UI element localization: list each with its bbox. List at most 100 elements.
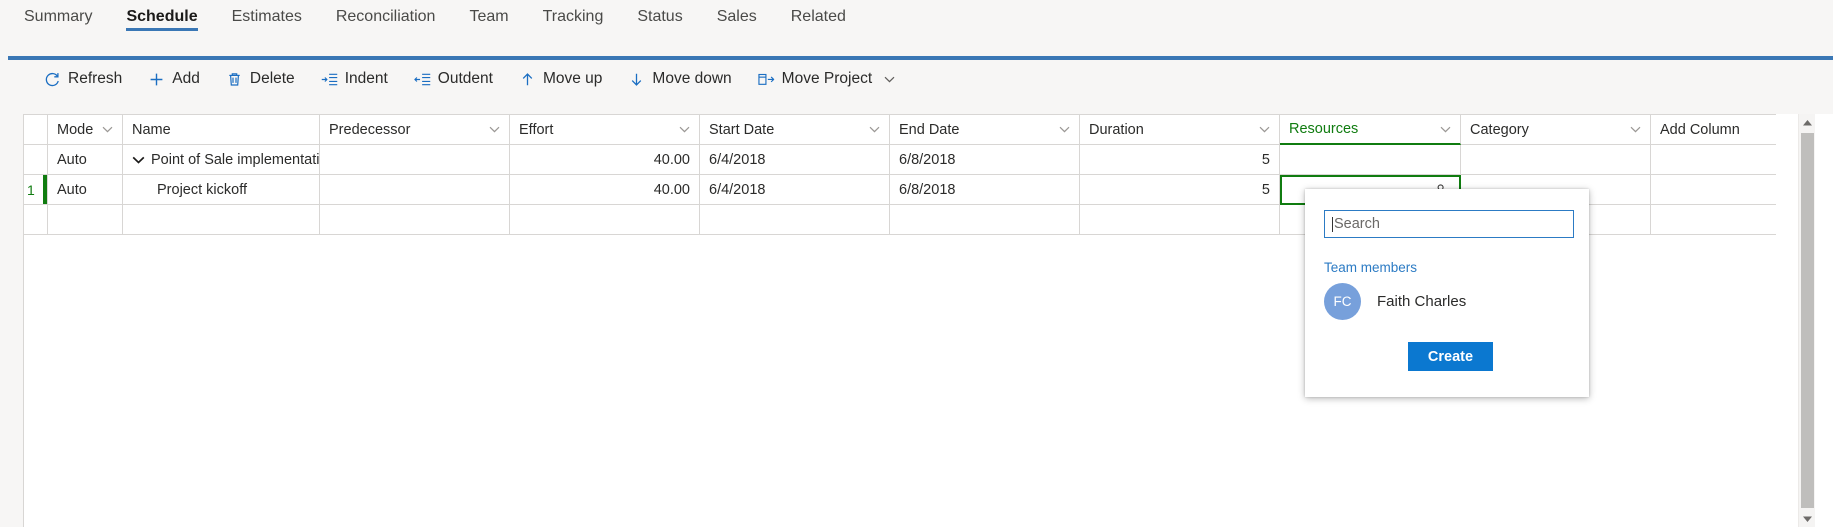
- cell-effort[interactable]: 40.00: [510, 145, 700, 175]
- cell-resources[interactable]: [1280, 145, 1461, 175]
- row-number-cell: [24, 145, 48, 175]
- add-column-button[interactable]: Add Column: [1651, 115, 1776, 145]
- cell-duration[interactable]: [1080, 205, 1280, 235]
- indent-label: Indent: [344, 70, 388, 87]
- resource-picker-flyout: Search Team members FC Faith Charles Cre…: [1305, 189, 1589, 397]
- cell-value: 40.00: [653, 181, 690, 198]
- tab-sales[interactable]: Sales: [700, 0, 774, 38]
- chevron-down-icon[interactable]: [679, 126, 690, 133]
- chevron-down-icon[interactable]: [869, 126, 880, 133]
- scroll-down-arrow-icon[interactable]: [1799, 510, 1815, 527]
- tab-team[interactable]: Team: [452, 0, 525, 38]
- cell-mode[interactable]: Auto: [48, 175, 123, 205]
- column-header-mode[interactable]: Mode: [48, 115, 123, 145]
- row-number-cell: 1: [24, 175, 48, 205]
- add-button[interactable]: Add: [148, 70, 200, 88]
- row-number-header: [24, 115, 48, 145]
- move-down-button[interactable]: Move down: [628, 70, 732, 88]
- cell-end-date[interactable]: [890, 205, 1080, 235]
- cell-start-date[interactable]: [700, 205, 890, 235]
- refresh-label: Refresh: [68, 70, 123, 87]
- cell-end-date[interactable]: 6/8/2018: [890, 175, 1080, 205]
- row-number-cell: [24, 205, 48, 235]
- cell-mode[interactable]: Auto: [48, 145, 123, 175]
- cell-name[interactable]: Project kickoff: [123, 175, 320, 205]
- column-header-label: Predecessor: [329, 121, 411, 138]
- cell-value: 40.00: [653, 151, 690, 168]
- cell-end-date[interactable]: 6/8/2018: [890, 145, 1080, 175]
- chevron-down-icon[interactable]: [1440, 126, 1451, 133]
- cell-name[interactable]: [123, 205, 320, 235]
- column-header-label: Duration: [1089, 121, 1144, 138]
- cell-value: 6/8/2018: [899, 181, 956, 198]
- cell-effort[interactable]: [510, 205, 700, 235]
- column-header-label: Effort: [519, 121, 554, 138]
- cell-predecessor[interactable]: [320, 205, 510, 235]
- tab-related[interactable]: Related: [774, 0, 863, 38]
- refresh-button[interactable]: Refresh: [44, 70, 122, 88]
- grid-vertical-scrollbar[interactable]: [1798, 114, 1815, 527]
- cell-value: Point of Sale implementati: [151, 151, 320, 168]
- outdent-label: Outdent: [437, 70, 493, 87]
- cell-value: Auto: [57, 181, 87, 198]
- tab-schedule[interactable]: Schedule: [109, 0, 214, 38]
- outdent-icon: [414, 71, 431, 88]
- column-header-end-date[interactable]: End Date: [890, 115, 1080, 145]
- column-header-start-date[interactable]: Start Date: [700, 115, 890, 145]
- search-input[interactable]: Search: [1324, 210, 1574, 238]
- cell-duration[interactable]: 5: [1080, 145, 1280, 175]
- list-item[interactable]: FC Faith Charles: [1324, 283, 1466, 320]
- grid-header-row: Mode Name Predecessor Effort Start Date …: [24, 115, 1776, 145]
- move-project-button[interactable]: Move Project: [758, 70, 895, 88]
- tab-label: Related: [790, 8, 846, 25]
- tab-label: Tracking: [542, 8, 604, 25]
- cell-predecessor[interactable]: [320, 145, 510, 175]
- chevron-down-icon[interactable]: [1630, 126, 1641, 133]
- indent-icon: [321, 71, 338, 88]
- cell-mode[interactable]: [48, 205, 123, 235]
- table-row[interactable]: Auto Point of Sale implementati 40.00 6/…: [24, 145, 1776, 175]
- cell-start-date[interactable]: 6/4/2018: [700, 175, 890, 205]
- avatar-initials: FC: [1333, 294, 1352, 309]
- delete-button[interactable]: Delete: [226, 70, 295, 88]
- trash-icon: [226, 71, 243, 88]
- move-down-label: Move down: [652, 70, 732, 87]
- outdent-button[interactable]: Outdent: [414, 70, 493, 88]
- tab-summary[interactable]: Summary: [7, 0, 109, 38]
- tab-status[interactable]: Status: [620, 0, 699, 38]
- tab-label: Team: [469, 8, 509, 25]
- chevron-down-icon[interactable]: [1259, 126, 1270, 133]
- column-header-resources[interactable]: Resources: [1280, 115, 1461, 145]
- cell-category[interactable]: [1461, 145, 1651, 175]
- column-header-label: Name: [132, 121, 171, 138]
- scroll-up-arrow-icon[interactable]: [1799, 114, 1815, 131]
- scrollbar-thumb[interactable]: [1801, 133, 1814, 508]
- create-button[interactable]: Create: [1408, 342, 1493, 371]
- cell-effort[interactable]: 40.00: [510, 175, 700, 205]
- column-header-category[interactable]: Category: [1461, 115, 1651, 145]
- cell-value: 5: [1261, 151, 1270, 168]
- move-project-label: Move Project: [781, 70, 873, 87]
- tab-label: Schedule: [126, 8, 198, 25]
- cell-duration[interactable]: 5: [1080, 175, 1280, 205]
- move-up-button[interactable]: Move up: [519, 70, 602, 88]
- chevron-down-icon[interactable]: [489, 126, 500, 133]
- column-header-predecessor[interactable]: Predecessor: [320, 115, 510, 145]
- cell-start-date[interactable]: 6/4/2018: [700, 145, 890, 175]
- indent-button[interactable]: Indent: [321, 70, 388, 88]
- chevron-down-icon[interactable]: [102, 126, 113, 133]
- cell-name[interactable]: Point of Sale implementati: [123, 145, 320, 175]
- member-name: Faith Charles: [1377, 293, 1467, 310]
- chevron-down-icon[interactable]: [1059, 126, 1070, 133]
- column-header-name[interactable]: Name: [123, 115, 320, 145]
- column-header-label: Category: [1470, 121, 1529, 138]
- tab-label: Summary: [24, 8, 93, 25]
- cell-predecessor[interactable]: [320, 175, 510, 205]
- column-header-duration[interactable]: Duration: [1080, 115, 1280, 145]
- tab-label: Estimates: [231, 8, 302, 25]
- expand-collapse-chevron-icon[interactable]: [132, 156, 145, 164]
- tab-reconciliation[interactable]: Reconciliation: [319, 0, 453, 38]
- column-header-effort[interactable]: Effort: [510, 115, 700, 145]
- tab-estimates[interactable]: Estimates: [215, 0, 319, 38]
- tab-tracking[interactable]: Tracking: [526, 0, 621, 38]
